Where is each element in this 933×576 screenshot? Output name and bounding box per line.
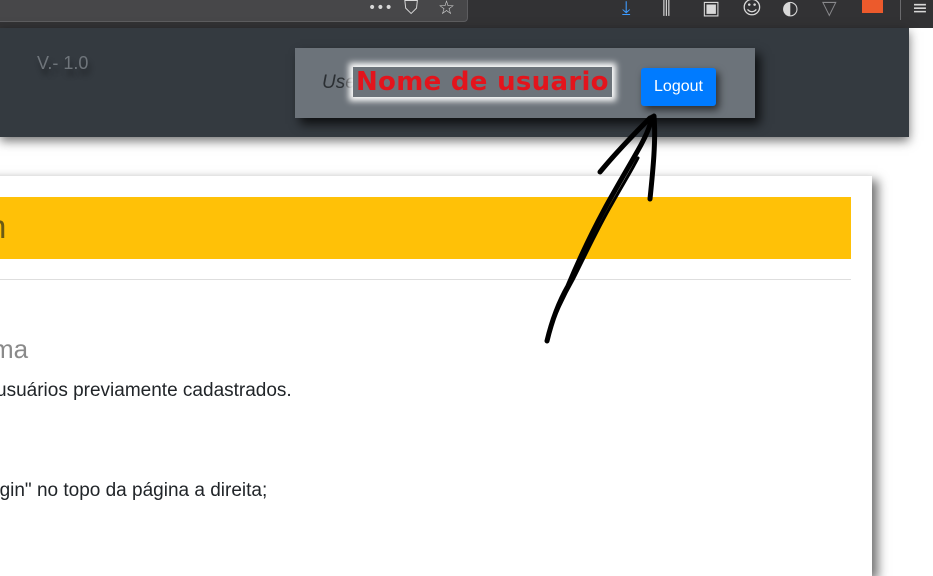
toolbar-separator [900,0,901,20]
banner-title: n [0,208,6,246]
vpn-icon[interactable]: ▽ [822,0,837,19]
reader-sidebar-icon[interactable]: ▣ [702,0,720,19]
menu-hamburger-icon[interactable]: ≡ [912,0,928,19]
body-text-line: ogin" no topo da página a direita; [0,480,268,501]
browser-toolbar: ••• ⛉ ☆ ⤓ ⫼ ▣ ☺ ◐ ▽ ≡ [0,0,933,28]
body-text-line: usuários previamente cadastrados. [0,380,292,401]
url-bar[interactable] [0,0,468,22]
card-banner [0,197,851,259]
bookmark-star-icon[interactable]: ☆ [438,0,455,19]
pocket-icon[interactable]: ⛉ [404,0,418,19]
account-icon[interactable]: ☺ [742,0,762,19]
more-dots-icon[interactable]: ••• [368,0,393,19]
user-label: Use [322,72,356,93]
section-heading: ma [0,334,29,364]
logout-button[interactable]: Logout [641,68,716,106]
version-label: V.- 1.0 [37,53,89,73]
library-icon[interactable]: ⫼ [662,0,671,19]
card-divider [0,279,851,280]
download-icon[interactable]: ⤓ [622,0,630,19]
extension-icon[interactable]: ◐ [782,0,799,19]
addon-icon[interactable] [862,0,883,13]
username: Nome de usuario [353,67,612,97]
